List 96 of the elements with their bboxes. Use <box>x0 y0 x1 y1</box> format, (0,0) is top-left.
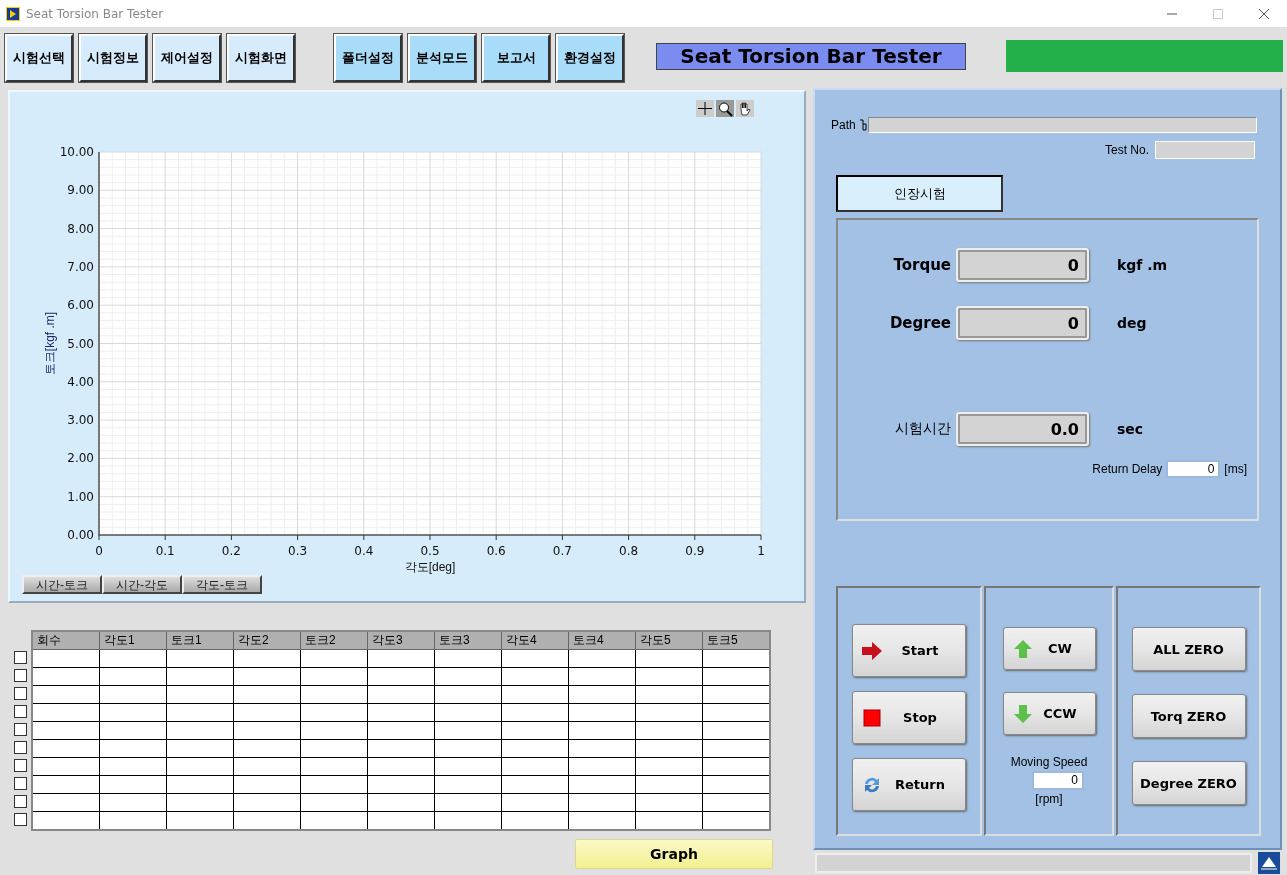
y-tick-label: 1.00 <box>67 489 94 504</box>
zoom-icon[interactable] <box>716 100 734 117</box>
moving-speed-field[interactable]: 0 <box>1032 771 1084 790</box>
row-checkbox[interactable] <box>14 813 27 826</box>
row-checkbox[interactable] <box>14 759 27 772</box>
column-header: 토크5 <box>702 631 770 650</box>
row-checkbox[interactable] <box>14 651 27 664</box>
run-button[interactable]: Stop <box>852 691 966 744</box>
stop-icon <box>861 706 883 729</box>
toolbar-button[interactable]: 시험정보 <box>79 33 147 82</box>
x-tick-label: 0.5 <box>420 544 440 558</box>
toolbar-button[interactable]: 제어설정 <box>153 33 221 82</box>
unit-label: kgf .m <box>1117 257 1168 273</box>
zero-button[interactable]: ALL ZERO <box>1131 627 1246 671</box>
y-tick-label: 0.00 <box>67 528 94 542</box>
test-no-label: Test No. <box>1105 143 1149 157</box>
path-field[interactable] <box>867 117 1257 133</box>
zero-button[interactable]: Torq ZERO <box>1131 694 1246 738</box>
jog-button[interactable]: CCW <box>1002 692 1096 735</box>
row-checkbox[interactable] <box>14 723 27 736</box>
zero-button[interactable]: Degree ZERO <box>1131 761 1246 805</box>
column-header: 각도3 <box>367 631 435 650</box>
readout-display: 0.0 <box>956 412 1089 446</box>
y-tick-label: 8.00 <box>67 221 94 236</box>
readout-display: 0 <box>956 248 1089 282</box>
y-tick-label: 9.00 <box>67 183 94 198</box>
run-button[interactable]: Start <box>852 624 966 677</box>
column-header: 토크2 <box>300 631 368 650</box>
x-tick-label: 0.6 <box>486 544 506 558</box>
test-no-field[interactable] <box>1155 141 1255 159</box>
row-checkbox[interactable] <box>14 705 27 718</box>
close-icon[interactable] <box>1258 7 1270 20</box>
row-checkbox[interactable] <box>14 777 27 790</box>
unit-label: sec <box>1117 421 1144 437</box>
toolbar-button[interactable]: 폴더설정 <box>334 33 402 82</box>
x-axis-title: 각도[deg] <box>404 560 456 574</box>
return-delay-field[interactable]: 0 <box>1166 460 1221 478</box>
toolbar-button[interactable]: 시험화면 <box>227 33 295 82</box>
y-tick-label: 2.00 <box>67 451 94 466</box>
y-tick-label: 4.00 <box>67 374 94 389</box>
toolbar-button[interactable]: 보고서 <box>482 33 550 82</box>
column-header: 각도1 <box>99 631 167 650</box>
y-tick-label: 5.00 <box>67 336 94 351</box>
column-header: 각도5 <box>635 631 703 650</box>
row-checkbox[interactable] <box>14 795 27 808</box>
plot-mode-button[interactable]: 시간-각도 <box>102 575 182 594</box>
right-arrow-icon <box>861 639 883 662</box>
row-checkbox[interactable] <box>14 741 27 754</box>
column-header: 토크3 <box>434 631 502 650</box>
moving-speed-label: Moving Speed <box>1010 755 1088 769</box>
toolbar-button[interactable]: 시험선택 <box>5 33 73 82</box>
plot-mode-button[interactable]: 각도-토크 <box>182 575 262 594</box>
y-tick-label: 3.00 <box>67 413 94 428</box>
readout-label: 시험시간 <box>894 420 952 438</box>
column-header: 회수 <box>32 631 100 650</box>
column-header: 각도4 <box>501 631 569 650</box>
toolbar-button[interactable]: 환경설정 <box>556 33 624 82</box>
y-tick-label: 6.00 <box>67 298 94 313</box>
window-title: Seat Torsion Bar Tester <box>26 6 165 21</box>
y-axis-title: 토크[kgf .m] <box>43 311 57 376</box>
x-tick-label: 0.8 <box>619 544 639 558</box>
test-mode-button[interactable]: 인장시험 <box>836 175 1003 212</box>
x-tick-label: 0.4 <box>354 544 374 558</box>
toolbar-button[interactable]: 분석모드 <box>408 33 476 82</box>
y-tick-label: 10.00 <box>59 145 94 159</box>
jog-button[interactable]: CW <box>1002 627 1096 670</box>
readout-label: Degree <box>888 314 952 332</box>
app-banner: Seat Torsion Bar Tester <box>656 42 966 70</box>
run-button[interactable]: Return <box>852 758 966 811</box>
column-header: 토크4 <box>568 631 636 650</box>
path-label: Path <box>831 118 856 132</box>
y-tick-label: 7.00 <box>67 259 94 274</box>
crosshair-icon[interactable] <box>696 100 714 117</box>
unit-label: deg <box>1117 315 1147 331</box>
unit-label: [rpm] <box>1035 792 1063 806</box>
x-tick-label: 0 <box>95 544 103 558</box>
unit-label: [ms] <box>1224 462 1247 476</box>
column-header: 각도2 <box>233 631 301 650</box>
readout-label: Torque <box>892 256 952 274</box>
row-checkbox[interactable] <box>14 687 27 700</box>
x-tick-label: 0.3 <box>288 544 308 558</box>
app-icon <box>6 6 20 21</box>
row-checkbox[interactable] <box>14 669 27 682</box>
x-tick-label: 0.7 <box>552 544 572 558</box>
x-tick-label: 0.2 <box>221 544 241 558</box>
column-header: 토크1 <box>166 631 234 650</box>
plot-mode-button[interactable]: 시간-토크 <box>22 575 102 594</box>
hand-icon[interactable] <box>736 100 754 117</box>
x-tick-label: 1 <box>757 544 765 558</box>
return-delay-label: Return Delay <box>1092 462 1163 476</box>
logo-icon <box>1258 852 1280 874</box>
x-tick-label: 0.1 <box>155 544 175 558</box>
graph-button[interactable]: Graph <box>575 839 773 869</box>
readout-display: 0 <box>956 306 1089 340</box>
x-tick-label: 0.9 <box>685 544 705 558</box>
path-icon <box>858 119 867 131</box>
